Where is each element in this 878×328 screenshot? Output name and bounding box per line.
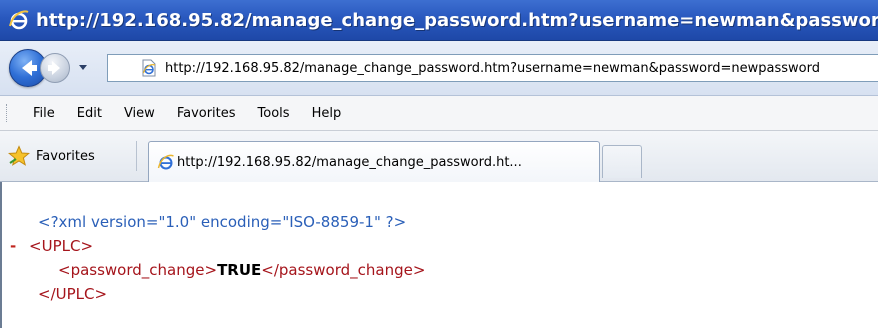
tab-current[interactable]: http://192.168.95.82/manage_change_passw…	[148, 141, 600, 182]
address-bar[interactable]: http://192.168.95.82/manage_change_passw…	[107, 54, 878, 82]
xml-root-open-tag: <UPLC>	[29, 237, 94, 255]
xml-declaration: <?xml version="1.0" encoding="ISO-8859-1…	[38, 213, 407, 231]
internet-explorer-icon	[9, 10, 29, 30]
xml-root-open-line: - <UPLC>	[10, 234, 93, 258]
menu-favorites[interactable]: Favorites	[166, 106, 247, 121]
window-title: http://192.168.95.82/manage_change_passw…	[36, 9, 878, 31]
internet-explorer-icon	[157, 154, 174, 170]
favorites-bar: Favorites http://192.168.95.82/manage_ch…	[0, 131, 878, 182]
toolbar-grip[interactable]	[6, 104, 10, 122]
forward-arrow-icon	[48, 61, 60, 75]
xml-child-close-tag: </password_change>	[261, 261, 426, 279]
chevron-down-icon[interactable]	[76, 59, 90, 75]
new-tab-button[interactable]	[602, 145, 642, 178]
favorites-button[interactable]: Favorites	[8, 143, 95, 169]
menu-bar: File Edit View Favorites Tools Help	[0, 96, 878, 131]
xml-child-value: TRUE	[217, 261, 262, 279]
collapse-toggle[interactable]: -	[10, 237, 16, 255]
toolbar-separator	[136, 141, 137, 171]
forward-button[interactable]	[40, 53, 70, 83]
tab-title: http://192.168.95.82/manage_change_passw…	[177, 154, 522, 170]
menu-file[interactable]: File	[22, 106, 66, 121]
menu-tools[interactable]: Tools	[247, 106, 301, 121]
menu-view[interactable]: View	[113, 106, 166, 121]
xml-child-line: <password_change>TRUE</password_change>	[58, 258, 425, 282]
menu-edit[interactable]: Edit	[66, 106, 113, 121]
xml-root-close-tag: </UPLC>	[38, 285, 108, 303]
navigation-bar: http://192.168.95.82/manage_change_passw…	[0, 41, 878, 96]
address-url: http://192.168.95.82/manage_change_passw…	[165, 60, 820, 76]
page-icon	[142, 59, 156, 77]
page-content: <?xml version="1.0" encoding="ISO-8859-1…	[0, 182, 878, 328]
window-titlebar: http://192.168.95.82/manage_change_passw…	[0, 0, 878, 41]
star-icon	[8, 145, 30, 166]
xml-child-open-tag: <password_change>	[58, 261, 218, 279]
menu-help[interactable]: Help	[301, 106, 353, 121]
favorites-label: Favorites	[36, 148, 95, 164]
